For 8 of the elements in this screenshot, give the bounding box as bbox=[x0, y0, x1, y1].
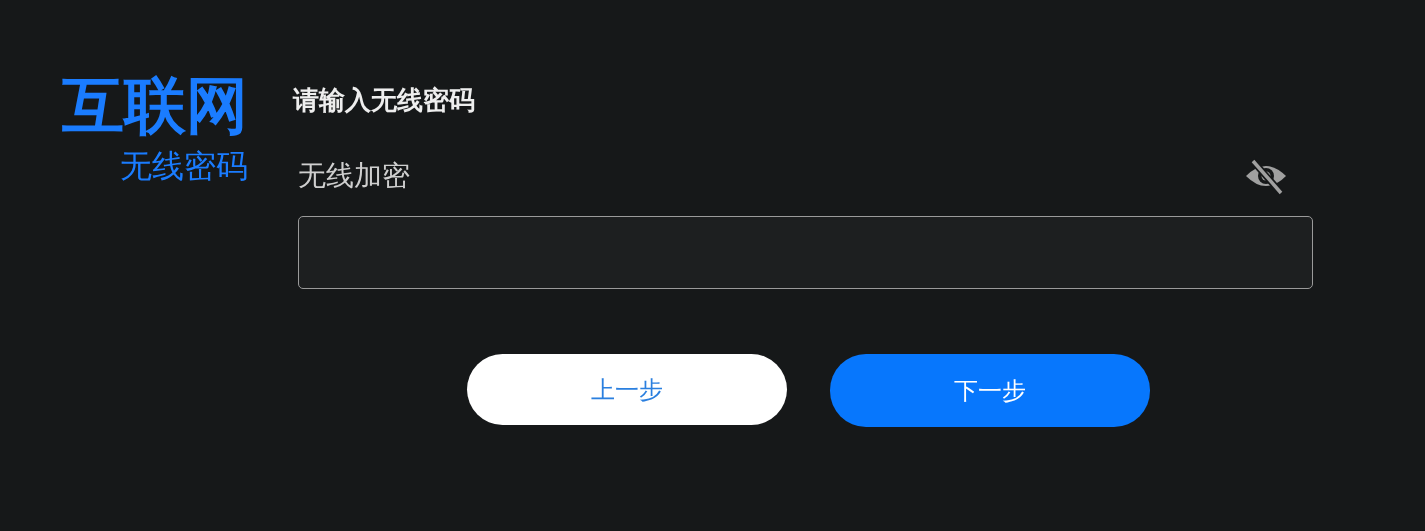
page-subtitle: 无线密码 bbox=[120, 146, 248, 186]
field-label: 无线加密 bbox=[298, 158, 410, 194]
page-title: 互联网 bbox=[62, 68, 248, 144]
password-field[interactable] bbox=[298, 216, 1313, 289]
back-button[interactable]: 上一步 bbox=[466, 354, 787, 425]
next-button[interactable]: 下一步 bbox=[829, 354, 1150, 427]
form-heading: 请输入无线密码 bbox=[293, 84, 476, 117]
eye-slash-icon[interactable] bbox=[1244, 156, 1288, 196]
